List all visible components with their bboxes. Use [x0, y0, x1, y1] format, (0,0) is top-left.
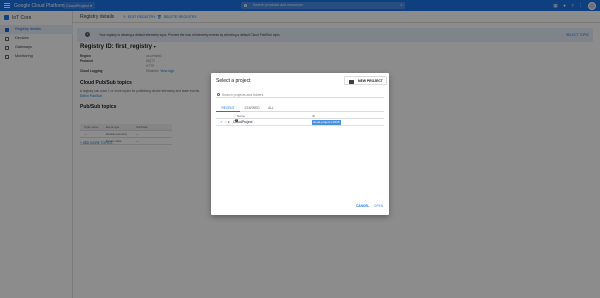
- new-project-button[interactable]: NEW PROJECT: [344, 76, 387, 85]
- project-table: Name ID ✓ ☆ ▸ CloudProject? cloud-projec…: [216, 113, 384, 126]
- tab-recent[interactable]: RECENT: [216, 104, 240, 112]
- project-search-input[interactable]: Search projects and folders: [216, 91, 384, 98]
- dialog-actions: CANCEL OPEN: [211, 202, 389, 210]
- project-row[interactable]: ✓ ☆ ▸ CloudProject? cloud-project-12345: [216, 119, 384, 126]
- star-icon[interactable]: ☆: [224, 119, 227, 126]
- search-icon: [217, 92, 220, 96]
- tab-starred[interactable]: STARRED: [240, 104, 264, 112]
- select-project-dialog: Select a project NEW PROJECT Search proj…: [211, 73, 389, 215]
- dialog-title: Select a project: [216, 78, 251, 84]
- check-icon: ✓: [220, 120, 224, 124]
- project-type-icon: ▸: [228, 120, 230, 124]
- dialog-tabs: RECENT STARRED ALL: [216, 104, 384, 112]
- cancel-button[interactable]: CANCEL: [356, 202, 369, 210]
- new-folder-icon: [349, 79, 354, 84]
- project-id-selected: cloud-project-12345: [312, 120, 341, 125]
- tab-all[interactable]: ALL: [264, 104, 278, 112]
- open-button[interactable]: OPEN: [374, 202, 383, 210]
